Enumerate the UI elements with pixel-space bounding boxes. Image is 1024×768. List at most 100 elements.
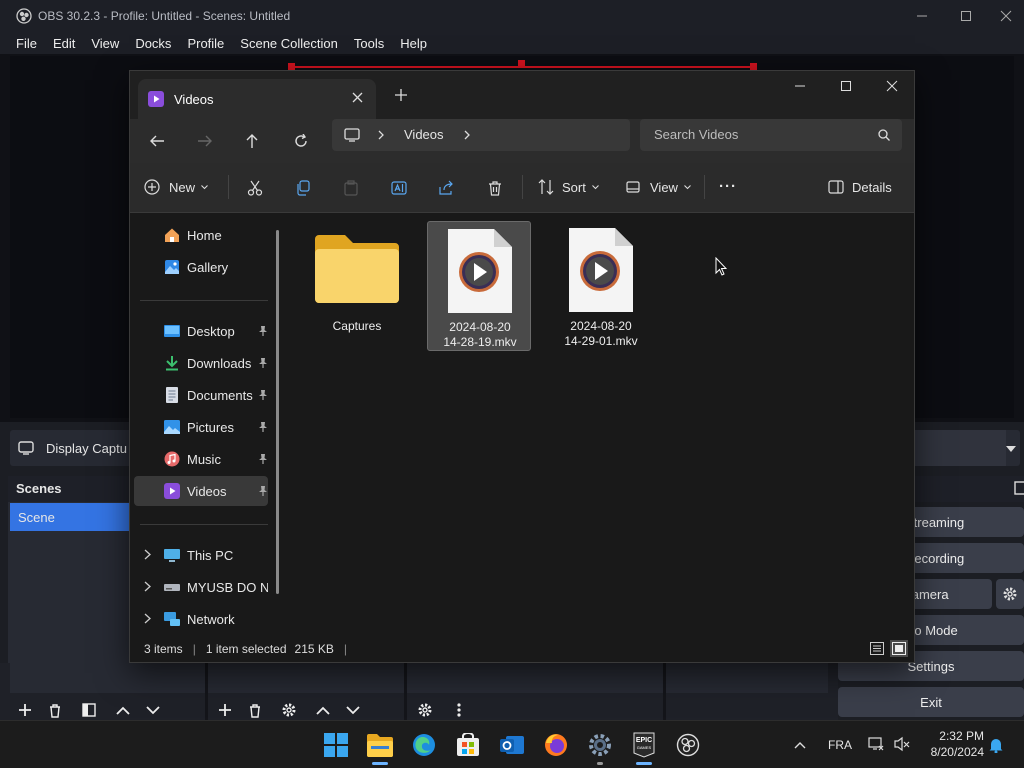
menu-edit[interactable]: Edit <box>45 36 83 51</box>
resize-handle[interactable] <box>750 63 757 70</box>
large-icons-view-icon[interactable] <box>890 640 908 657</box>
new-tab-icon[interactable] <box>395 89 407 101</box>
nav-item-home[interactable]: Home <box>134 220 268 250</box>
show-hidden-icons-chevron-icon[interactable] <box>794 741 806 749</box>
view-button[interactable]: View <box>626 173 692 201</box>
taskbar-outlook[interactable] <box>492 729 532 768</box>
undock-icon[interactable] <box>1014 481 1024 495</box>
scene-filters-button[interactable] <box>76 698 102 722</box>
scene-list-item[interactable]: Scene <box>10 503 130 531</box>
chevron-right-icon[interactable] <box>144 613 151 624</box>
move-source-down-button[interactable] <box>340 698 366 722</box>
sort-button[interactable]: Sort <box>538 173 600 201</box>
details-view-icon[interactable] <box>870 642 884 655</box>
taskbar-firefox[interactable] <box>536 729 576 768</box>
remove-source-button[interactable] <box>242 698 268 722</box>
obs-maximize-button[interactable] <box>944 0 988 32</box>
move-source-up-button[interactable] <box>310 698 336 722</box>
clock[interactable]: 2:32 PM 8/20/2024 <box>918 728 984 760</box>
taskbar-settings[interactable] <box>580 729 620 768</box>
add-scene-button[interactable] <box>12 698 38 722</box>
breadcrumb-chevron-icon[interactable] <box>378 130 384 140</box>
chevron-right-icon[interactable] <box>144 549 151 560</box>
taskbar-obs[interactable] <box>668 729 708 768</box>
pin-icon[interactable] <box>258 325 268 337</box>
menu-view[interactable]: View <box>83 36 127 51</box>
obs-close-button[interactable] <box>988 0 1024 32</box>
taskbar-edge[interactable] <box>404 729 444 768</box>
input-language[interactable]: FRA <box>828 738 852 752</box>
pin-icon[interactable] <box>258 421 268 433</box>
move-scene-down-button[interactable] <box>140 698 166 722</box>
nav-item-network[interactable]: Network <box>134 604 268 634</box>
nav-item-documents[interactable]: Documents <box>134 380 268 410</box>
menu-file[interactable]: File <box>0 36 45 51</box>
rename-icon[interactable] <box>391 180 407 196</box>
nav-item-desktop[interactable]: Desktop <box>134 316 268 346</box>
nav-item-this-pc[interactable]: This PC <box>134 540 268 570</box>
file-list-area[interactable]: Captures 2024-08-20 14-28-19.mkv 2024-08-… <box>289 214 914 634</box>
pin-icon[interactable] <box>258 389 268 401</box>
exit-button[interactable]: Exit <box>838 687 1024 717</box>
taskbar-file-explorer[interactable] <box>360 729 400 768</box>
nav-scrollbar[interactable] <box>276 230 279 594</box>
virtual-camera-settings-button[interactable] <box>996 579 1024 609</box>
source-properties-button[interactable] <box>276 698 302 722</box>
network-status-icon[interactable] <box>868 736 884 752</box>
up-arrow-icon[interactable] <box>246 134 258 148</box>
obs-minimize-button[interactable] <box>900 0 944 32</box>
explorer-maximize-button[interactable] <box>824 71 868 101</box>
volume-muted-icon[interactable] <box>894 736 910 752</box>
nav-item-usb-drive[interactable]: MYUSB DO NO <box>134 572 268 602</box>
taskbar-epic-games[interactable]: EPIC GAMES <box>624 729 664 768</box>
share-icon[interactable] <box>439 180 455 196</box>
folder-item[interactable]: Captures <box>305 221 409 351</box>
notification-bell-icon[interactable] <box>989 737 1003 753</box>
delete-icon[interactable] <box>487 180 503 196</box>
chevron-right-icon[interactable] <box>144 581 151 592</box>
menu-tools[interactable]: Tools <box>346 36 392 51</box>
paste-icon[interactable] <box>343 180 359 196</box>
add-source-button[interactable] <box>212 698 238 722</box>
back-arrow-icon[interactable] <box>150 135 164 147</box>
new-button[interactable]: New <box>144 173 216 201</box>
resize-handle[interactable] <box>518 60 525 67</box>
pin-icon[interactable] <box>258 357 268 369</box>
start-button[interactable] <box>316 729 356 768</box>
audio-mixer-menu-button[interactable] <box>446 698 472 722</box>
explorer-close-button[interactable] <box>870 71 914 101</box>
nav-item-pictures[interactable]: Pictures <box>134 412 268 442</box>
copy-icon[interactable] <box>295 180 311 196</box>
breadcrumb-chevron-icon[interactable] <box>464 130 470 140</box>
audio-mixer-settings-button[interactable] <box>412 698 438 722</box>
refresh-icon[interactable] <box>294 134 308 148</box>
move-scene-up-button[interactable] <box>110 698 136 722</box>
nav-item-music[interactable]: Music <box>134 444 268 474</box>
nav-item-gallery[interactable]: Gallery <box>134 252 268 282</box>
close-tab-icon[interactable] <box>352 92 363 103</box>
pin-icon[interactable] <box>258 485 268 497</box>
nav-item-downloads[interactable]: Downloads <box>134 348 268 378</box>
search-box[interactable]: Search Videos <box>640 119 902 151</box>
address-bar[interactable]: Videos <box>332 119 630 151</box>
cut-icon[interactable] <box>247 180 263 196</box>
explorer-minimize-button[interactable] <box>778 71 822 101</box>
video-file-item[interactable]: 2024-08-20 14-29-01.mkv <box>549 221 653 351</box>
resize-handle[interactable] <box>288 63 295 70</box>
menu-scene-collection[interactable]: Scene Collection <box>232 36 346 51</box>
source-dropdown[interactable] <box>914 430 1006 466</box>
remove-scene-button[interactable] <box>42 698 68 722</box>
details-pane-button[interactable]: Details <box>828 173 898 201</box>
more-options-button[interactable]: ··· <box>719 178 737 195</box>
nav-item-videos[interactable]: Videos <box>134 476 268 506</box>
tab-videos[interactable]: Videos <box>138 79 376 119</box>
menu-docks[interactable]: Docks <box>127 36 179 51</box>
forward-arrow-icon[interactable] <box>198 135 212 147</box>
chevron-down-icon[interactable] <box>1006 446 1016 452</box>
video-file-item-selected[interactable]: 2024-08-20 14-28-19.mkv <box>427 221 531 351</box>
taskbar-store[interactable] <box>448 729 488 768</box>
pin-icon[interactable] <box>258 453 268 465</box>
breadcrumb-videos[interactable]: Videos <box>404 127 444 142</box>
menu-help[interactable]: Help <box>392 36 435 51</box>
menu-profile[interactable]: Profile <box>179 36 232 51</box>
